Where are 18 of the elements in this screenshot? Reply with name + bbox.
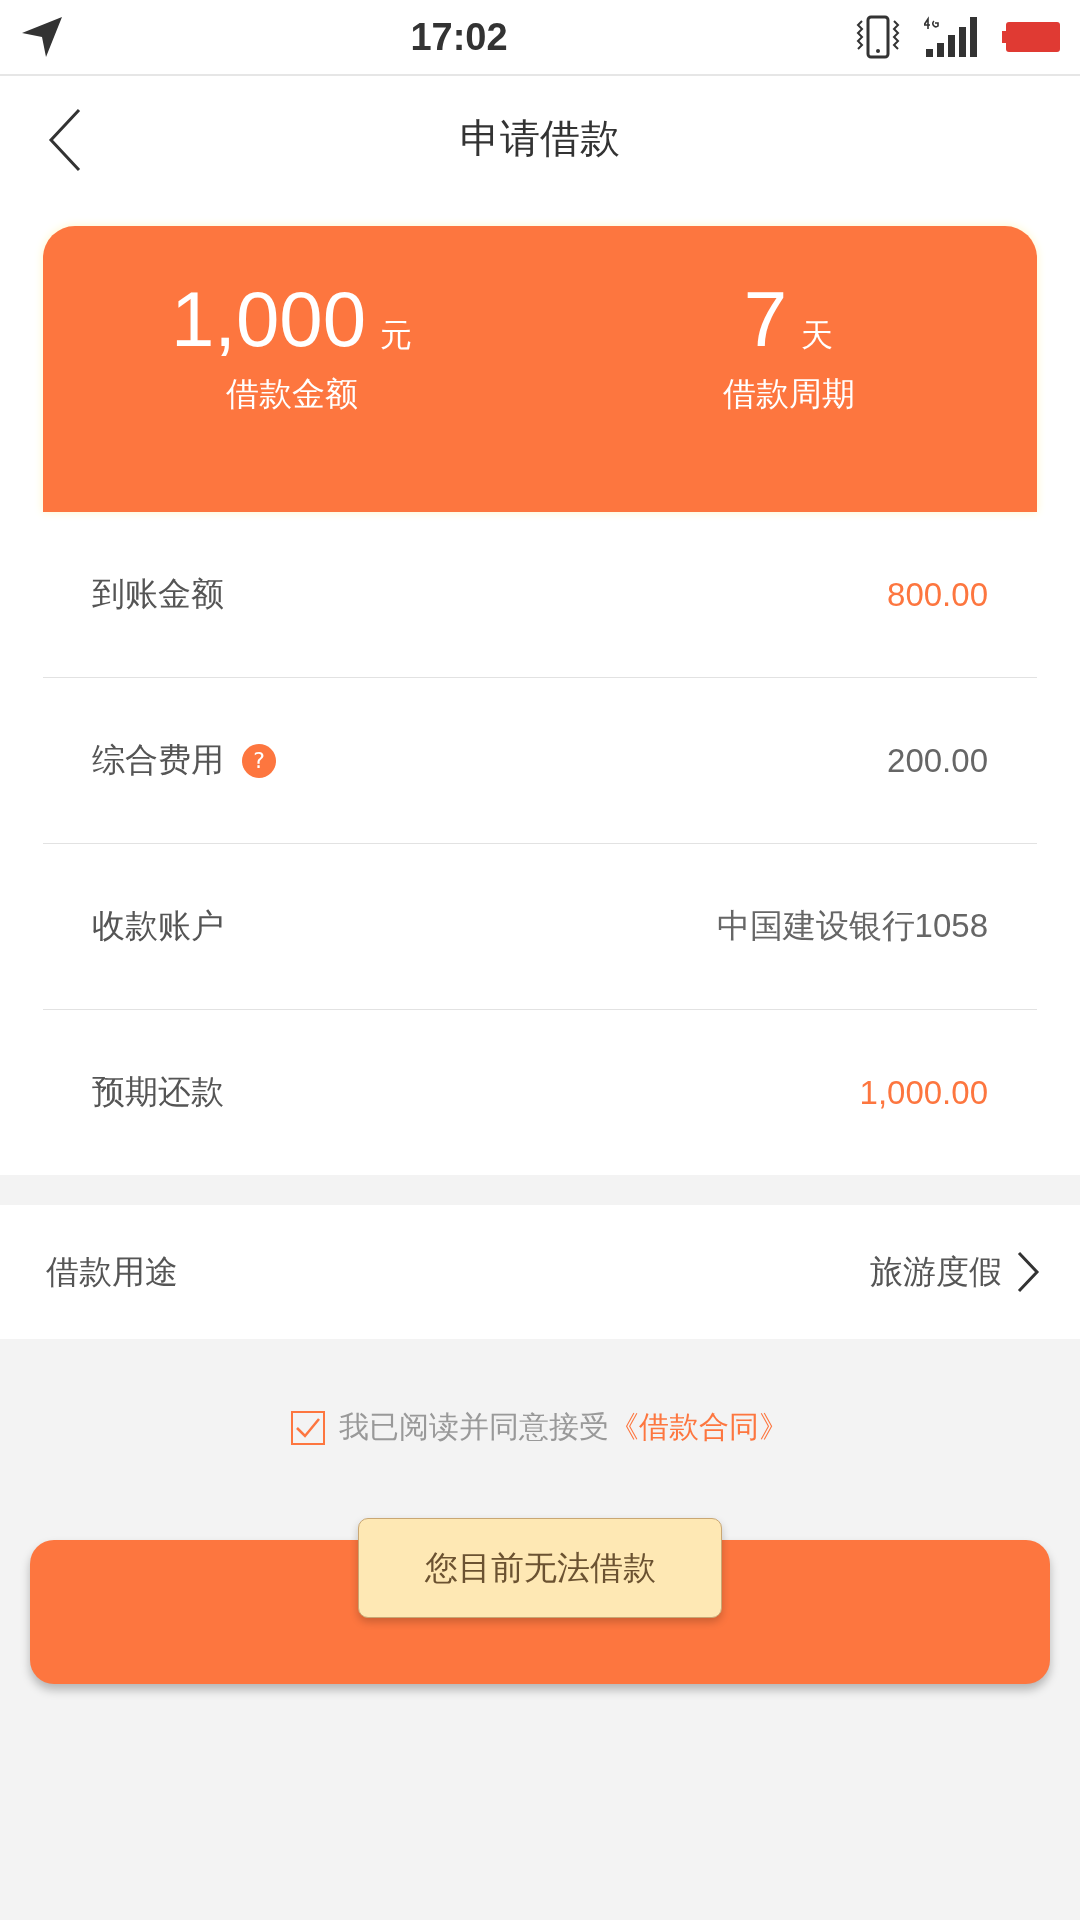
summary-value: 1,000	[170, 280, 367, 358]
summary-unit: 元	[380, 315, 413, 356]
summary-label: 借款周期	[722, 373, 855, 415]
detail-label: 预期还款	[92, 1071, 224, 1113]
agreement-text: 我已阅读并同意接受《借款合同》	[339, 1408, 789, 1446]
summary-label: 借款金额	[225, 373, 358, 415]
detail-value: 中国建设银行1058	[716, 906, 988, 946]
page-title: 申请借款	[460, 113, 620, 163]
status-time: 17:02	[410, 15, 508, 59]
summary-value: 7	[743, 280, 788, 358]
detail-value: 1,000.00	[859, 1073, 988, 1112]
message-toast: 您目前无法借款	[358, 1518, 722, 1618]
summary-unit: 天	[801, 315, 834, 356]
detail-label: 综合费用	[92, 739, 224, 781]
detail-value: 800.00	[887, 575, 988, 614]
detail-value: 200.00	[887, 741, 988, 780]
detail-label: 到账金额	[92, 573, 224, 615]
detail-label: 收款账户	[92, 905, 224, 947]
